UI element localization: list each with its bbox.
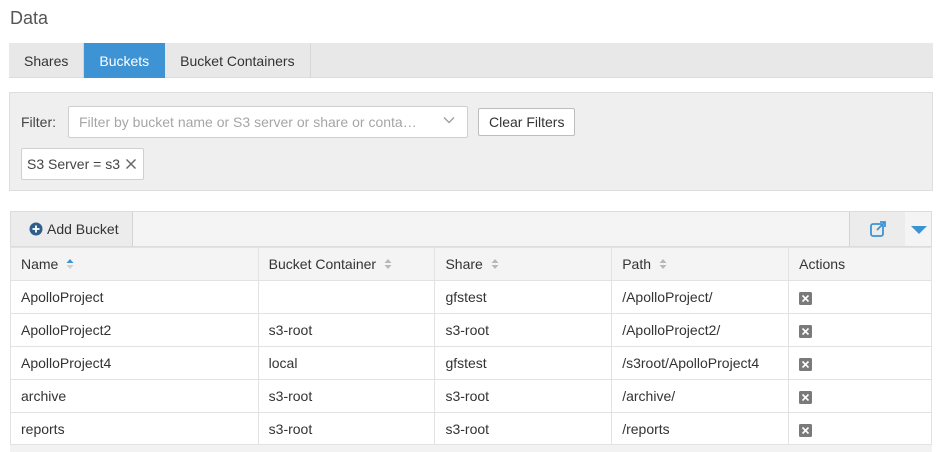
export-button[interactable] <box>849 212 905 246</box>
cell-share: s3-root <box>434 379 613 413</box>
close-square-icon[interactable] <box>799 390 813 404</box>
cell-bucket-container: local <box>257 346 436 380</box>
grid-toolbar: Add Bucket <box>10 211 932 247</box>
filter-chip-label: S3 Server = s3 <box>27 156 120 172</box>
table-row[interactable]: reports s3-root s3-root /reports <box>10 412 932 446</box>
tab-shares[interactable]: Shares <box>9 43 85 78</box>
cell-actions <box>788 412 932 446</box>
add-bucket-label: Add Bucket <box>47 221 119 237</box>
cell-path: /archive/ <box>611 379 790 413</box>
cell-bucket-container: s3-root <box>257 379 436 413</box>
table-footer-edge <box>10 444 932 452</box>
tab-buckets[interactable]: Buckets <box>84 43 166 78</box>
filter-input[interactable] <box>68 106 468 138</box>
close-icon[interactable] <box>125 158 137 170</box>
external-link-icon <box>869 221 886 237</box>
table-header-row: Name Bucket Container Share Path Actions <box>10 247 932 281</box>
cell-bucket-container: s3-root <box>257 313 436 347</box>
cell-path: /reports <box>611 412 790 446</box>
cell-name: ApolloProject <box>10 280 259 314</box>
column-header-label: Path <box>622 256 652 272</box>
tab-bar: Shares Buckets Bucket Containers <box>9 43 933 78</box>
column-header-share[interactable]: Share <box>434 247 613 281</box>
column-header-label: Name <box>21 256 59 272</box>
filter-chip: S3 Server = s3 <box>21 148 144 180</box>
clear-filters-button[interactable]: Clear Filters <box>478 108 576 136</box>
cell-actions <box>788 280 932 314</box>
close-square-icon[interactable] <box>799 324 813 338</box>
table-row[interactable]: archive s3-root s3-root /archive/ <box>10 379 932 413</box>
column-header-label: Share <box>445 256 483 272</box>
column-header-actions: Actions <box>788 247 932 281</box>
filter-panel: Filter: Clear Filters S3 Server = s3 <box>9 92 933 191</box>
add-bucket-button[interactable]: Add Bucket <box>11 212 133 246</box>
sort-icon[interactable] <box>659 258 667 270</box>
column-header-name[interactable]: Name <box>10 247 259 281</box>
cell-path: /s3root/ApolloProject4 <box>611 346 790 380</box>
cell-actions <box>788 313 932 347</box>
plus-circle-icon <box>29 222 43 236</box>
caret-down-icon[interactable] <box>909 223 929 237</box>
cell-share: s3-root <box>434 313 613 347</box>
column-header-path[interactable]: Path <box>611 247 790 281</box>
cell-share: s3-root <box>434 412 613 446</box>
cell-name: archive <box>10 379 259 413</box>
table-row[interactable]: ApolloProject4 local gfstest /s3root/Apo… <box>10 346 932 380</box>
close-square-icon[interactable] <box>799 357 813 371</box>
cell-name: reports <box>10 412 259 446</box>
cell-share: gfstest <box>434 346 613 380</box>
column-header-bucket-container[interactable]: Bucket Container <box>257 247 436 281</box>
column-header-label: Bucket Container <box>268 256 377 272</box>
cell-actions <box>788 379 932 413</box>
sort-ascending-icon[interactable] <box>66 258 74 270</box>
sort-icon[interactable] <box>384 258 392 270</box>
close-square-icon[interactable] <box>799 291 813 305</box>
cell-bucket-container <box>257 280 436 314</box>
table-row[interactable]: ApolloProject2 s3-root s3-root /ApolloPr… <box>10 313 932 347</box>
chevron-down-icon[interactable] <box>442 113 456 127</box>
filter-label: Filter: <box>21 114 56 130</box>
cell-actions <box>788 346 932 380</box>
buckets-table: Name Bucket Container Share Path Actions… <box>10 247 932 446</box>
cell-share: gfstest <box>434 280 613 314</box>
column-header-label: Actions <box>799 256 846 272</box>
cell-name: ApolloProject4 <box>10 346 259 380</box>
cell-bucket-container: s3-root <box>257 412 436 446</box>
tab-bucket-containers[interactable]: Bucket Containers <box>165 43 311 78</box>
cell-name: ApolloProject2 <box>10 313 259 347</box>
sort-icon[interactable] <box>491 258 499 270</box>
close-square-icon[interactable] <box>799 423 813 437</box>
page-title: Data <box>10 8 49 28</box>
cell-path: /ApolloProject2/ <box>611 313 790 347</box>
cell-path: /ApolloProject/ <box>611 280 790 314</box>
table-row[interactable]: ApolloProject gfstest /ApolloProject/ <box>10 280 932 314</box>
